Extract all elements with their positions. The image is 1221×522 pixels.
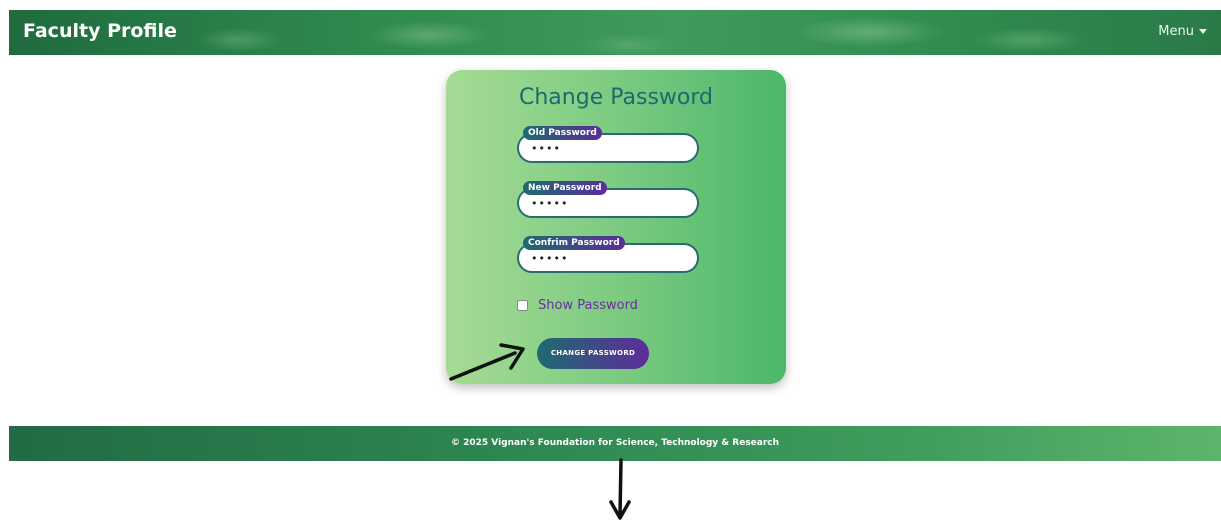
brand-title[interactable]: Faculty Profile <box>23 20 177 42</box>
old-password-field: •••• Old Password <box>517 126 699 163</box>
old-password-label: Old Password <box>523 126 602 140</box>
new-password-field: ••••• New Password <box>517 181 699 218</box>
confirm-password-field: ••••• Confrim Password <box>517 236 699 273</box>
footer-copyright: © 2025 Vignan's Foundation for Science, … <box>450 438 780 448</box>
show-password-row: Show Password <box>517 298 638 313</box>
show-password-checkbox[interactable] <box>517 300 528 311</box>
annotation-down-arrow-icon <box>609 458 631 520</box>
confirm-password-label: Confrim Password <box>523 236 625 250</box>
menu-dropdown-toggle[interactable]: Menu <box>1158 24 1207 39</box>
form-title: Change Password <box>519 85 713 110</box>
caret-down-icon <box>1199 29 1207 34</box>
change-password-button[interactable]: CHANGE PASSWORD <box>537 338 649 369</box>
navbar-background-image <box>9 10 1221 55</box>
top-navbar: Faculty Profile Menu <box>9 10 1221 55</box>
annotation-arrow-icon <box>449 343 525 381</box>
show-password-label[interactable]: Show Password <box>538 298 638 313</box>
footer: © 2025 Vignan's Foundation for Science, … <box>9 426 1221 461</box>
menu-label: Menu <box>1158 24 1194 39</box>
new-password-label: New Password <box>523 181 607 195</box>
